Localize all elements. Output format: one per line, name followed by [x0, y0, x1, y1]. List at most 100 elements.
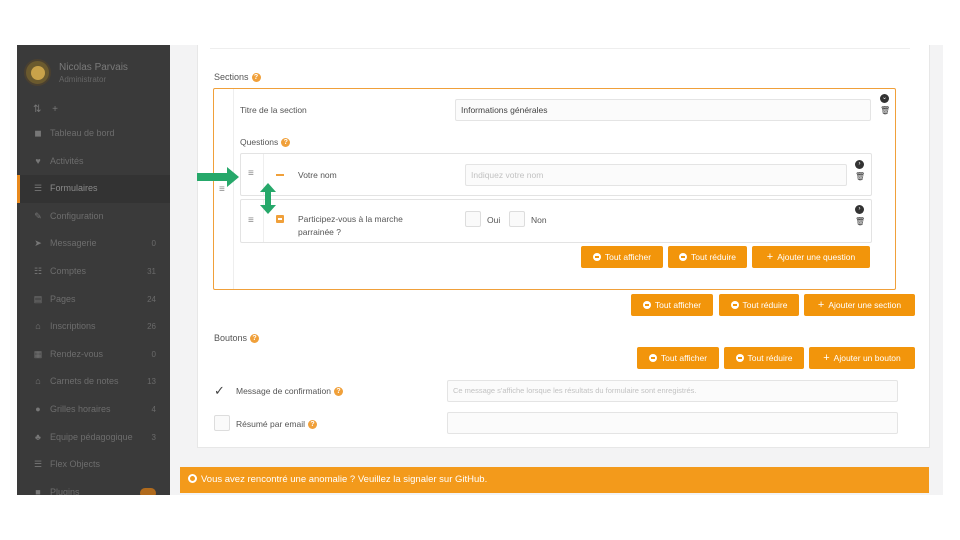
main-content: Sections? ≡ Titre de la section Informat…	[170, 45, 943, 495]
avatar	[24, 59, 51, 86]
summary-email-input[interactable]	[447, 412, 898, 434]
add-icon[interactable]: +	[52, 104, 58, 115]
chevron-right-icon	[735, 354, 744, 362]
help-icon[interactable]: ?	[251, 73, 261, 83]
help-icon[interactable]: ?	[333, 387, 343, 397]
sidebar: Nicolas Parvais Administrator ⇅ + ◼ Table…	[17, 45, 170, 495]
sidebar-item-label: Rendez-vous	[50, 348, 104, 359]
form-card: Sections? ≡ Titre de la section Informat…	[197, 45, 930, 448]
plus-icon: +	[766, 251, 774, 263]
help-icon[interactable]: ?	[307, 420, 317, 430]
sidebar-item-inscriptions[interactable]: ⌂ Inscriptions 26	[17, 313, 170, 341]
sidebar-item-tableau-de-bord[interactable]: ◼ Tableau de bord	[17, 120, 170, 148]
confirmation-message-input[interactable]: Ce message s'affiche lorsque les résulta…	[447, 380, 898, 402]
count-badge: 13	[147, 377, 156, 387]
chevron-down-icon	[648, 354, 657, 362]
dashboard-icon: ◼	[34, 128, 42, 138]
option-checkbox-non[interactable]	[509, 211, 525, 227]
sidebar-item-comptes[interactable]: ☷ Comptes 31	[17, 258, 170, 286]
help-icon[interactable]: ?	[281, 138, 291, 148]
count-badge: 0	[151, 349, 156, 359]
bank-icon: ⌂	[35, 321, 41, 332]
collapse-all-sections-button[interactable]: Tout réduire	[719, 294, 799, 316]
green-right-arrow-icon	[197, 167, 239, 187]
show-all-buttons-button[interactable]: Tout afficher	[637, 347, 719, 369]
question-drag-handle-icon[interactable]: ≡	[248, 215, 254, 226]
sidebar-item-formulaires[interactable]: ☰ Formulaires	[17, 175, 170, 203]
app-window: Nicolas Parvais Administrator ⇅ + ◼ Table…	[17, 45, 943, 495]
sidebar-item-label: Activités	[50, 155, 84, 166]
confirmation-label: Message de confirmation?	[236, 386, 343, 397]
bug-report-banner[interactable]: Vous avez rencontré une anomalie ? Veuil…	[180, 467, 929, 493]
show-all-questions-button[interactable]: Tout afficher	[581, 246, 663, 268]
sidebar-item-pages[interactable]: ▤ Pages 24	[17, 286, 170, 314]
expand-question-icon[interactable]: ›	[855, 160, 864, 169]
heart-icon: ♥	[35, 155, 41, 166]
sidebar-item-rendez-vous[interactable]: ▦ Rendez-vous 0	[17, 341, 170, 369]
delete-section-icon[interactable]: 🗑	[880, 106, 890, 115]
sidebar-toolbar: ⇅ +	[33, 104, 66, 115]
sidebar-item-plugins[interactable]: ■ Plugins	[17, 479, 170, 495]
chevron-right-icon	[730, 301, 739, 309]
sections-heading: Sections?	[214, 72, 261, 83]
sidebar-item-label: Inscriptions	[50, 321, 96, 332]
collapse-question-icon[interactable]	[276, 174, 284, 176]
sidebar-item-flex-objects[interactable]: ☰ Flex Objects	[17, 451, 170, 479]
bank-icon: ⌂	[35, 376, 41, 387]
question-placeholder-input[interactable]: Indiquez votre nom	[465, 164, 847, 186]
plus-icon: +	[817, 299, 825, 311]
delete-question-icon[interactable]: 🗑	[855, 172, 865, 181]
user-profile[interactable]: Nicolas Parvais Administrator	[17, 57, 170, 97]
sidebar-item-messagerie[interactable]: ➤ Messagerie 0	[17, 230, 170, 258]
confirmation-checkbox[interactable]: ✓	[214, 383, 230, 399]
delete-question-icon[interactable]: 🗑	[855, 217, 865, 226]
sidebar-item-configuration[interactable]: ✎ Configuration	[17, 203, 170, 231]
collapse-all-questions-button[interactable]: Tout réduire	[668, 246, 747, 268]
show-all-sections-button[interactable]: Tout afficher	[631, 294, 713, 316]
option-checkbox-oui[interactable]	[465, 211, 481, 227]
question-label: Votre nom	[298, 170, 337, 180]
status-badge	[140, 487, 156, 495]
user-role: Administrator	[59, 75, 107, 84]
collapse-icon[interactable]: ⇅	[33, 104, 41, 115]
sidebar-item-label: Comptes	[50, 265, 87, 276]
collapse-section-icon[interactable]: ⌄	[880, 94, 889, 103]
user-name: Nicolas Parvais	[59, 62, 128, 73]
collapse-all-buttons-button[interactable]: Tout réduire	[724, 347, 804, 369]
question-item: ≡ Votre nom Indiquez votre nom › 🗑	[240, 153, 872, 196]
sidebar-nav: ◼ Tableau de bord ♥ Activités ☰ Formulaires ✎ C…	[17, 120, 170, 495]
banner-text: Vous avez rencontré une anomalie ? Veuil…	[201, 474, 488, 485]
question-item: ≡ Participez-vous à la marche parrainée …	[240, 199, 872, 243]
add-question-button[interactable]: + Ajouter une question	[752, 246, 870, 268]
sidebar-item-activites[interactable]: ♥ Activités	[17, 148, 170, 176]
github-icon	[188, 474, 197, 483]
clock-icon: ●	[35, 403, 41, 414]
count-badge: 3	[151, 432, 156, 442]
help-icon[interactable]: ?	[250, 334, 260, 344]
section-panel: ≡ Titre de la section Informations génér…	[213, 88, 896, 290]
sidebar-item-equipe-pedagogique[interactable]: ♣ Equipe pédagogique 3	[17, 424, 170, 452]
expand-question-icon[interactable]	[276, 215, 284, 223]
count-badge: 31	[147, 266, 156, 276]
summary-checkbox[interactable]	[214, 415, 230, 431]
add-section-button[interactable]: + Ajouter une section	[804, 294, 915, 316]
question-drag-handle-icon[interactable]: ≡	[248, 168, 254, 179]
file-icon: ▤	[33, 293, 43, 304]
team-icon: ♣	[35, 431, 41, 442]
expand-question-icon[interactable]: ›	[855, 205, 864, 214]
chevron-down-icon	[592, 253, 601, 261]
chevron-right-icon	[679, 253, 688, 261]
section-title-input[interactable]: Informations générales	[455, 99, 871, 121]
sidebar-item-label: Tableau de bord	[50, 128, 115, 138]
sidebar-item-carnets-de-notes[interactable]: ⌂ Carnets de notes 13	[17, 368, 170, 396]
sidebar-item-grilles-horaires[interactable]: ● Grilles horaires 4	[17, 396, 170, 424]
summary-label: Résumé par email?	[236, 419, 317, 430]
sidebar-item-label: Flex Objects	[50, 459, 101, 470]
add-button-button[interactable]: + Ajouter un bouton	[809, 347, 915, 369]
list-icon: ☰	[33, 183, 43, 194]
wrench-icon: ✎	[34, 210, 42, 221]
chevron-down-icon	[642, 301, 651, 309]
send-icon: ➤	[34, 238, 42, 249]
tab-bar-stub	[210, 45, 910, 49]
sidebar-item-label: Pages	[50, 293, 76, 304]
